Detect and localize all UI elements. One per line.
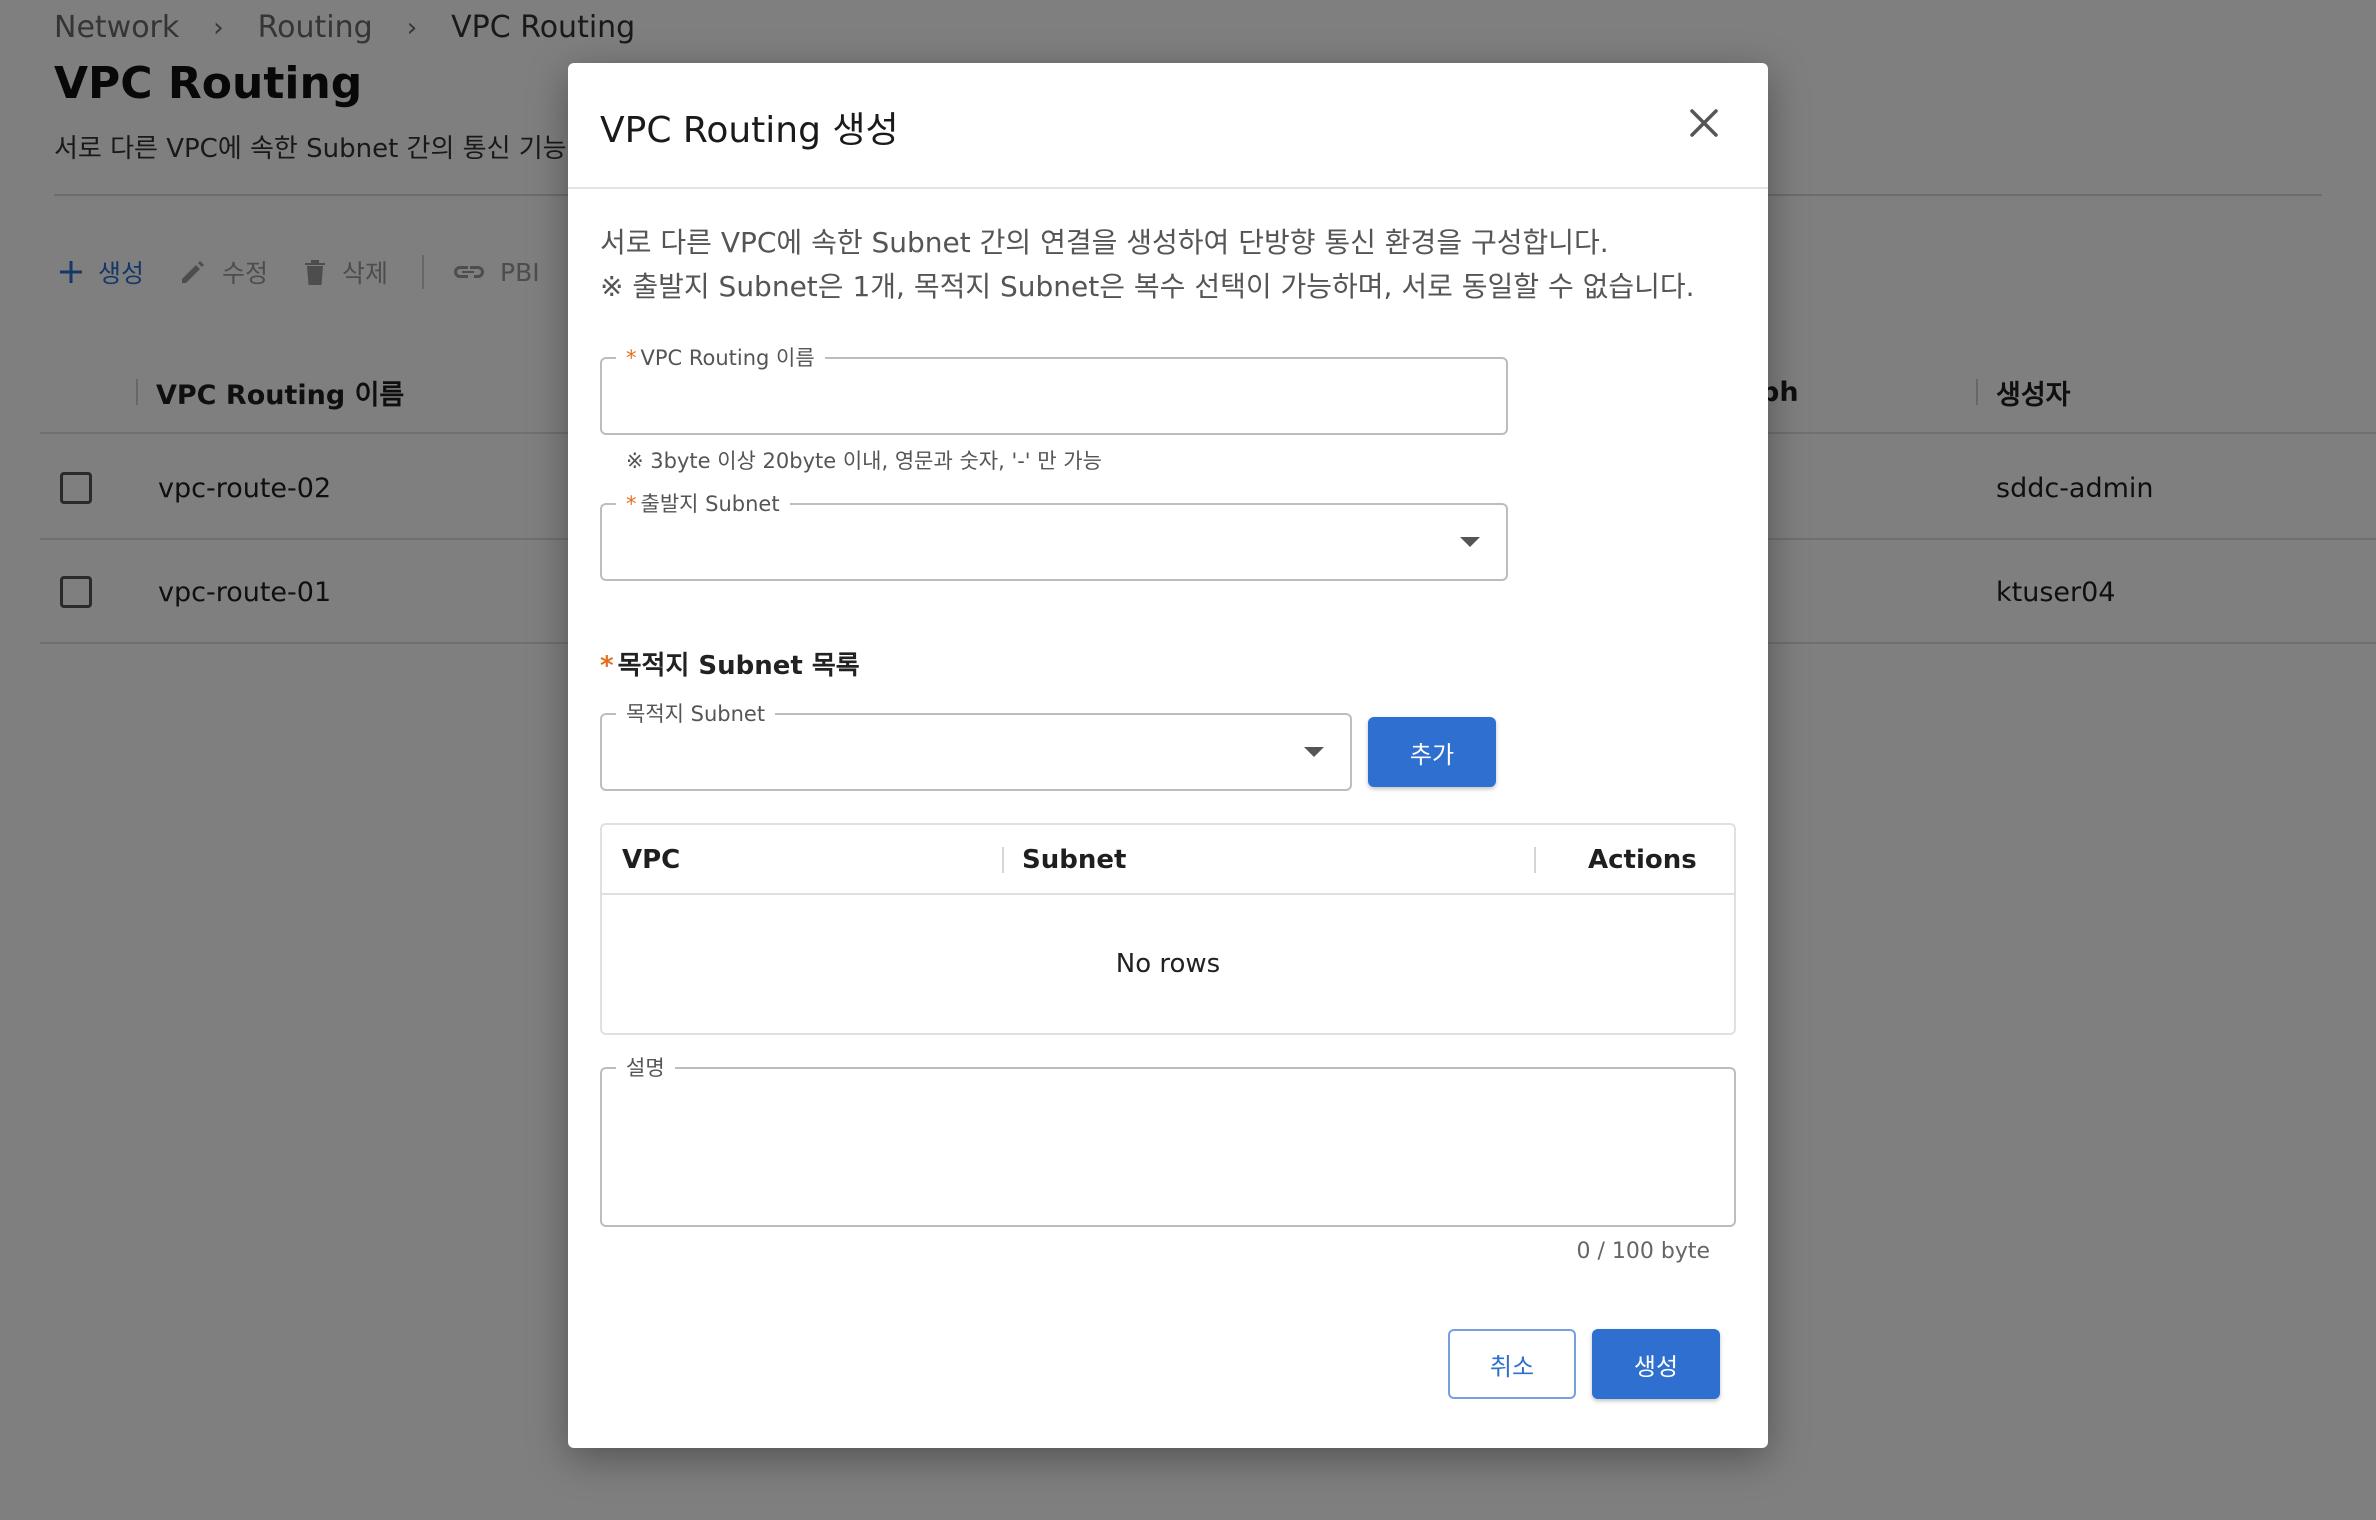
caret-down-icon [1304, 747, 1324, 757]
dest-subnet-select[interactable]: 목적지 Subnet [600, 698, 1352, 791]
close-button[interactable] [1680, 99, 1728, 147]
grid-column-actions: Actions [1588, 845, 1697, 875]
description-field[interactable]: 설명 [600, 1052, 1736, 1227]
create-vpc-routing-dialog: VPC Routing 생성 서로 다른 VPC에 속한 Subnet 간의 연… [568, 63, 1768, 1448]
source-subnet-select[interactable]: * 출발지 Subnet [600, 488, 1508, 581]
info-line-2: ※ 출발지 Subnet은 1개, 목적지 Subnet은 복수 선택이 가능하… [600, 270, 1695, 303]
grid-column-vpc[interactable]: VPC [622, 825, 680, 895]
grid-empty-message: No rows [1115, 949, 1221, 979]
grid-header: VPC Subnet Actions [602, 825, 1734, 895]
dest-subnet-section-label: * 목적지 Subnet 목록 [600, 651, 860, 681]
description-textarea[interactable] [602, 1069, 1734, 1225]
close-icon [1690, 109, 1718, 137]
cancel-button[interactable]: 취소 [1448, 1329, 1576, 1399]
add-subnet-button[interactable]: 추가 [1368, 717, 1496, 787]
description-label: 설명 [616, 1052, 675, 1082]
dialog-info: 서로 다른 VPC에 속한 Subnet 간의 연결을 생성하여 단방향 통신 … [600, 221, 1695, 309]
info-line-1: 서로 다른 VPC에 속한 Subnet 간의 연결을 생성하여 단방향 통신 … [600, 226, 1609, 259]
caret-down-icon [1460, 537, 1480, 547]
routing-name-hint: ※ 3byte 이상 20byte 이내, 영문과 숫자, '-' 만 가능 [626, 449, 1102, 473]
dialog-header: VPC Routing 생성 [568, 63, 1768, 189]
dialog-title: VPC Routing 생성 [600, 110, 899, 151]
submit-create-button[interactable]: 생성 [1592, 1329, 1720, 1399]
routing-name-field[interactable]: * VPC Routing 이름 [600, 342, 1508, 435]
dest-subnet-grid: VPC Subnet Actions No rows [600, 823, 1736, 1035]
source-subnet-label: * 출발지 Subnet [616, 488, 790, 518]
routing-name-label: * VPC Routing 이름 [616, 342, 825, 372]
dest-subnet-label: 목적지 Subnet [616, 698, 776, 728]
description-byte-counter: 0 / 100 byte [1576, 1239, 1710, 1264]
grid-column-subnet[interactable]: Subnet [1022, 825, 1126, 895]
